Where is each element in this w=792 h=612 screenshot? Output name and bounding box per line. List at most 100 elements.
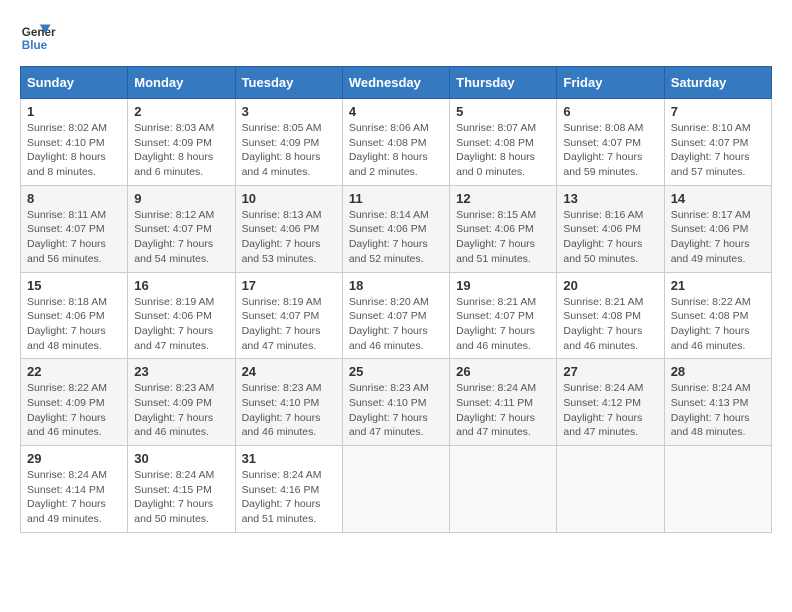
day-number: 14 [671,191,765,206]
day-number: 24 [242,364,336,379]
day-number: 28 [671,364,765,379]
calendar-day-cell: 27Sunrise: 8:24 AM Sunset: 4:12 PM Dayli… [557,359,664,446]
calendar-week-row: 22Sunrise: 8:22 AM Sunset: 4:09 PM Dayli… [21,359,772,446]
calendar-week-row: 29 Sunrise: 8:24 AM Sunset: 4:14 PM Dayli… [21,446,772,533]
day-number: 26 [456,364,550,379]
day-number: 16 [134,278,228,293]
calendar-day-cell: 4 Sunrise: 8:06 AM Sunset: 4:08 PM Daylig… [342,99,449,186]
calendar-day-cell: 5Sunrise: 8:07 AM Sunset: 4:08 PM Daylig… [450,99,557,186]
calendar-header-cell: Sunday [21,67,128,99]
calendar-day-cell: 30 Sunrise: 8:24 AM Sunset: 4:15 PM Dayli… [128,446,235,533]
calendar-day-cell: 11 Sunrise: 8:14 AM Sunset: 4:06 PM Dayli… [342,185,449,272]
day-number: 9 [134,191,228,206]
svg-text:Blue: Blue [22,39,48,52]
day-info: Sunrise: 8:03 AM Sunset: 4:09 PM Dayligh… [134,121,228,180]
day-info: Sunrise: 8:02 AM Sunset: 4:10 PM Dayligh… [27,121,121,180]
calendar-day-cell: 2Sunrise: 8:03 AM Sunset: 4:09 PM Daylig… [128,99,235,186]
calendar-day-cell: 21 Sunrise: 8:22 AM Sunset: 4:08 PM Dayli… [664,272,771,359]
calendar-day-cell [557,446,664,533]
calendar-header-cell: Friday [557,67,664,99]
calendar-day-cell: 7 Sunrise: 8:10 AM Sunset: 4:07 PM Daylig… [664,99,771,186]
day-info: Sunrise: 8:23 AM Sunset: 4:10 PM Dayligh… [349,381,443,440]
calendar-day-cell: 16 Sunrise: 8:19 AM Sunset: 4:06 PM Dayli… [128,272,235,359]
day-info: Sunrise: 8:21 AM Sunset: 4:08 PM Dayligh… [563,295,657,354]
day-number: 8 [27,191,121,206]
day-info: Sunrise: 8:22 AM Sunset: 4:09 PM Dayligh… [27,381,121,440]
page-header: General Blue [20,20,772,56]
day-number: 19 [456,278,550,293]
calendar-week-row: 8 Sunrise: 8:11 AM Sunset: 4:07 PM Daylig… [21,185,772,272]
day-number: 13 [563,191,657,206]
calendar-day-cell [450,446,557,533]
day-number: 7 [671,104,765,119]
calendar-day-cell: 9 Sunrise: 8:12 AM Sunset: 4:07 PM Daylig… [128,185,235,272]
day-info: Sunrise: 8:16 AM Sunset: 4:06 PM Dayligh… [563,208,657,267]
day-number: 15 [27,278,121,293]
day-info: Sunrise: 8:23 AM Sunset: 4:09 PM Dayligh… [134,381,228,440]
day-number: 17 [242,278,336,293]
calendar-header-cell: Monday [128,67,235,99]
day-info: Sunrise: 8:24 AM Sunset: 4:13 PM Dayligh… [671,381,765,440]
calendar-day-cell: 20 Sunrise: 8:21 AM Sunset: 4:08 PM Dayli… [557,272,664,359]
calendar-header-cell: Saturday [664,67,771,99]
calendar-day-cell: 31 Sunrise: 8:24 AM Sunset: 4:16 PM Dayli… [235,446,342,533]
logo-icon: General Blue [20,20,56,56]
day-number: 29 [27,451,121,466]
calendar-day-cell: 3 Sunrise: 8:05 AM Sunset: 4:09 PM Daylig… [235,99,342,186]
day-number: 21 [671,278,765,293]
day-number: 30 [134,451,228,466]
calendar-header-cell: Thursday [450,67,557,99]
day-info: Sunrise: 8:12 AM Sunset: 4:07 PM Dayligh… [134,208,228,267]
day-number: 20 [563,278,657,293]
day-number: 1 [27,104,121,119]
day-info: Sunrise: 8:24 AM Sunset: 4:14 PM Dayligh… [27,468,121,527]
calendar-header-row: SundayMondayTuesdayWednesdayThursdayFrid… [21,67,772,99]
day-info: Sunrise: 8:18 AM Sunset: 4:06 PM Dayligh… [27,295,121,354]
day-info: Sunrise: 8:24 AM Sunset: 4:16 PM Dayligh… [242,468,336,527]
day-number: 11 [349,191,443,206]
day-info: Sunrise: 8:24 AM Sunset: 4:12 PM Dayligh… [563,381,657,440]
calendar-day-cell: 25 Sunrise: 8:23 AM Sunset: 4:10 PM Dayli… [342,359,449,446]
calendar-day-cell: 10 Sunrise: 8:13 AM Sunset: 4:06 PM Dayli… [235,185,342,272]
day-info: Sunrise: 8:10 AM Sunset: 4:07 PM Dayligh… [671,121,765,180]
day-info: Sunrise: 8:17 AM Sunset: 4:06 PM Dayligh… [671,208,765,267]
calendar-day-cell [664,446,771,533]
calendar-week-row: 1 Sunrise: 8:02 AM Sunset: 4:10 PM Daylig… [21,99,772,186]
day-number: 25 [349,364,443,379]
calendar-header-cell: Wednesday [342,67,449,99]
calendar-day-cell: 22Sunrise: 8:22 AM Sunset: 4:09 PM Dayli… [21,359,128,446]
day-info: Sunrise: 8:05 AM Sunset: 4:09 PM Dayligh… [242,121,336,180]
day-info: Sunrise: 8:06 AM Sunset: 4:08 PM Dayligh… [349,121,443,180]
day-info: Sunrise: 8:22 AM Sunset: 4:08 PM Dayligh… [671,295,765,354]
day-info: Sunrise: 8:08 AM Sunset: 4:07 PM Dayligh… [563,121,657,180]
calendar-body: 1 Sunrise: 8:02 AM Sunset: 4:10 PM Daylig… [21,99,772,533]
calendar-day-cell: 24 Sunrise: 8:23 AM Sunset: 4:10 PM Dayli… [235,359,342,446]
calendar-header-cell: Tuesday [235,67,342,99]
day-number: 3 [242,104,336,119]
calendar-day-cell [342,446,449,533]
calendar-day-cell: 29 Sunrise: 8:24 AM Sunset: 4:14 PM Dayli… [21,446,128,533]
calendar-day-cell: 23Sunrise: 8:23 AM Sunset: 4:09 PM Dayli… [128,359,235,446]
day-number: 4 [349,104,443,119]
day-number: 10 [242,191,336,206]
day-info: Sunrise: 8:19 AM Sunset: 4:07 PM Dayligh… [242,295,336,354]
calendar-table: SundayMondayTuesdayWednesdayThursdayFrid… [20,66,772,533]
day-info: Sunrise: 8:23 AM Sunset: 4:10 PM Dayligh… [242,381,336,440]
day-info: Sunrise: 8:14 AM Sunset: 4:06 PM Dayligh… [349,208,443,267]
calendar-day-cell: 28 Sunrise: 8:24 AM Sunset: 4:13 PM Dayli… [664,359,771,446]
day-info: Sunrise: 8:15 AM Sunset: 4:06 PM Dayligh… [456,208,550,267]
logo: General Blue [20,20,56,56]
day-info: Sunrise: 8:13 AM Sunset: 4:06 PM Dayligh… [242,208,336,267]
calendar-week-row: 15 Sunrise: 8:18 AM Sunset: 4:06 PM Dayli… [21,272,772,359]
calendar-day-cell: 13 Sunrise: 8:16 AM Sunset: 4:06 PM Dayli… [557,185,664,272]
day-info: Sunrise: 8:19 AM Sunset: 4:06 PM Dayligh… [134,295,228,354]
calendar-day-cell: 1 Sunrise: 8:02 AM Sunset: 4:10 PM Daylig… [21,99,128,186]
calendar-day-cell: 26Sunrise: 8:24 AM Sunset: 4:11 PM Dayli… [450,359,557,446]
day-info: Sunrise: 8:07 AM Sunset: 4:08 PM Dayligh… [456,121,550,180]
day-number: 31 [242,451,336,466]
svg-text:General: General [22,26,56,39]
day-info: Sunrise: 8:24 AM Sunset: 4:15 PM Dayligh… [134,468,228,527]
calendar-day-cell: 14 Sunrise: 8:17 AM Sunset: 4:06 PM Dayli… [664,185,771,272]
calendar-day-cell: 12Sunrise: 8:15 AM Sunset: 4:06 PM Dayli… [450,185,557,272]
day-info: Sunrise: 8:11 AM Sunset: 4:07 PM Dayligh… [27,208,121,267]
